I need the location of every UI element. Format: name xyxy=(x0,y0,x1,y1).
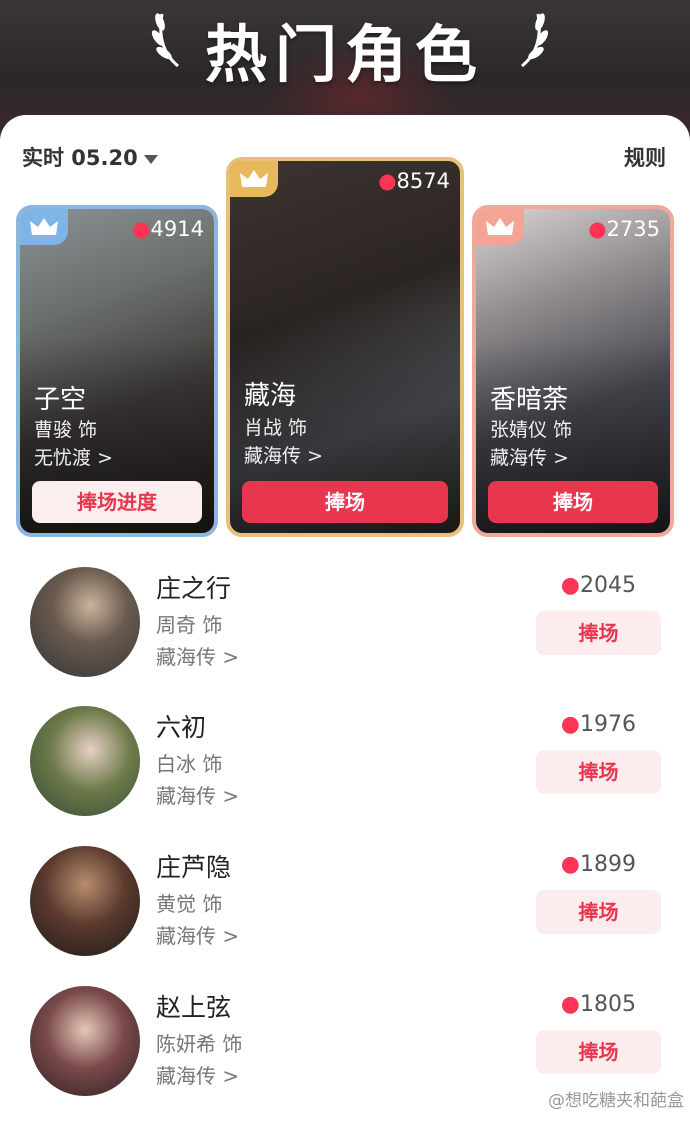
avatar xyxy=(30,986,140,1096)
top-card-rank-2[interactable]: ●4914 子空 曹骏 饰 无忧渡 > 捧场进度 xyxy=(16,205,218,537)
support-button[interactable]: 捧场 xyxy=(536,890,661,934)
role-name: 庄芦隐 xyxy=(156,853,232,882)
support-button[interactable]: 捧场 xyxy=(536,750,661,794)
support-button[interactable]: 捧场 xyxy=(242,481,448,523)
flame-icon: ● xyxy=(588,217,607,241)
avatar xyxy=(30,846,140,956)
top-card-rank-1[interactable]: ●8574 藏海 肖战 饰 藏海传 > 捧场 xyxy=(226,157,464,537)
actor-name: 肖战 饰 xyxy=(244,417,308,439)
avatar xyxy=(30,567,140,677)
avatar xyxy=(30,706,140,816)
drama-link[interactable]: 藏海传 > xyxy=(156,920,239,949)
drama-link[interactable]: 藏海传 > xyxy=(244,441,323,468)
date-selector[interactable]: 实时 05.20 xyxy=(22,142,158,172)
actor-name: 白冰 饰 xyxy=(156,752,223,776)
heat-count: ●4914 xyxy=(132,217,204,241)
drama-link[interactable]: 藏海传 > xyxy=(156,1060,239,1089)
support-button[interactable]: 捧场 xyxy=(536,611,661,655)
page-title: 热门角色 xyxy=(204,18,485,91)
role-name: 庄之行 xyxy=(156,574,232,603)
crown-icon xyxy=(240,170,268,187)
heat-count: ●2735 xyxy=(588,217,660,241)
drama-link[interactable]: 无忧渡 > xyxy=(34,443,113,470)
heat-count: ●1976 xyxy=(560,712,636,737)
actor-name: 周奇 饰 xyxy=(156,613,223,637)
support-progress-button[interactable]: 捧场进度 xyxy=(32,481,202,523)
actor-name: 陈妍希 饰 xyxy=(156,1032,243,1056)
crown-badge xyxy=(230,161,278,197)
heat-count: ●1899 xyxy=(560,852,636,877)
flame-icon: ● xyxy=(378,169,397,193)
crown-badge xyxy=(20,209,68,245)
flame-icon: ● xyxy=(132,217,151,241)
crown-icon xyxy=(30,218,58,235)
list-item[interactable]: 庄芦隐 黄觉 饰 藏海传 > ●1899 捧场 xyxy=(0,846,690,986)
role-name: 子空 xyxy=(34,385,87,415)
drama-link[interactable]: 藏海传 > xyxy=(490,443,569,470)
crown-badge xyxy=(476,209,524,245)
laurel-right-icon xyxy=(521,13,549,68)
flame-icon: ● xyxy=(560,573,580,598)
flame-icon: ● xyxy=(560,992,580,1017)
list-item[interactable]: 六初 白冰 饰 藏海传 > ●1976 捧场 xyxy=(0,706,690,846)
support-button[interactable]: 捧场 xyxy=(536,1030,661,1074)
drama-link[interactable]: 藏海传 > xyxy=(156,780,239,809)
flame-icon: ● xyxy=(560,852,580,877)
drama-link[interactable]: 藏海传 > xyxy=(156,641,239,670)
actor-name: 张婧仪 饰 xyxy=(490,419,573,441)
crown-icon xyxy=(486,218,514,235)
top-card-rank-3[interactable]: ●2735 香暗荼 张婧仪 饰 藏海传 > 捧场 xyxy=(472,205,674,537)
role-name: 香暗荼 xyxy=(490,385,569,415)
caret-down-icon xyxy=(143,154,158,164)
role-name: 藏海 xyxy=(244,381,297,411)
list-item[interactable]: 庄之行 周奇 饰 藏海传 > ●2045 捧场 xyxy=(0,567,690,707)
actor-name: 黄觉 饰 xyxy=(156,892,223,916)
heat-count: ●2045 xyxy=(560,573,636,598)
role-name: 赵上弦 xyxy=(156,993,232,1022)
heat-count: ●8574 xyxy=(378,169,450,193)
role-name: 六初 xyxy=(156,713,207,742)
watermark: @想吃糖夹和葩盒 xyxy=(548,1091,684,1111)
support-button[interactable]: 捧场 xyxy=(488,481,658,523)
date-label: 实时 05.20 xyxy=(22,146,138,170)
rules-link[interactable]: 规则 xyxy=(624,142,666,172)
flame-icon: ● xyxy=(560,712,580,737)
actor-name: 曹骏 饰 xyxy=(34,419,98,441)
heat-count: ●1805 xyxy=(560,992,636,1017)
